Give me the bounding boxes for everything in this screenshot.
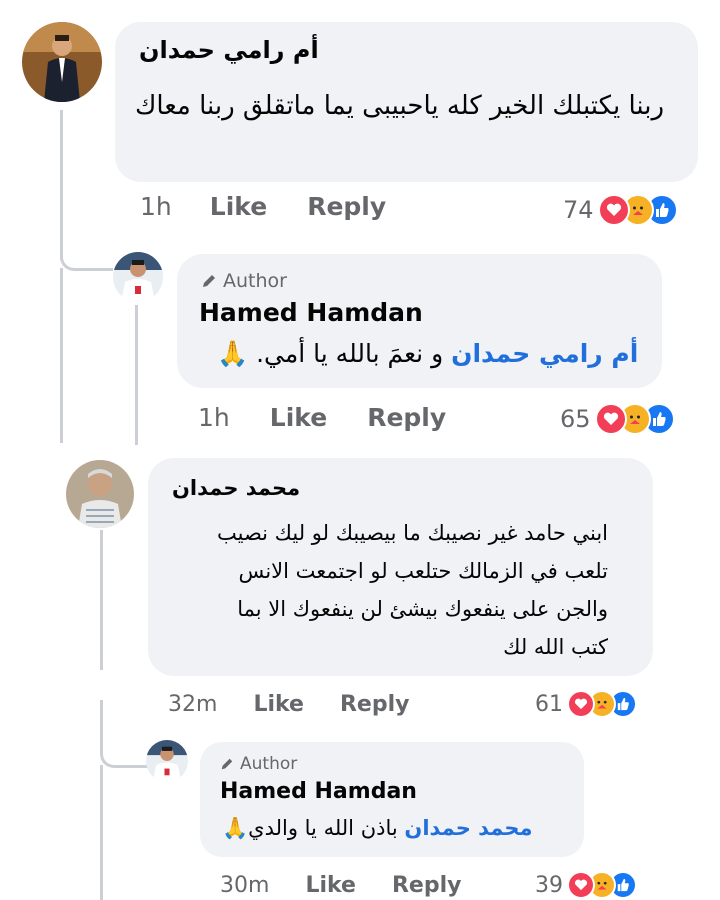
love-reaction-icon <box>567 690 595 718</box>
thread-line <box>60 268 63 443</box>
reply-actions: 1h Like Reply <box>198 403 446 432</box>
comment-time[interactable]: 32m <box>168 692 217 717</box>
author-badge-label: Author <box>240 754 298 774</box>
reply-text: محمد حمدان باذن الله يا والدي🙏 <box>222 816 533 841</box>
comment-author-name[interactable]: أم رامي حمدان <box>139 36 319 64</box>
love-reaction-icon <box>597 194 630 226</box>
reaction-count: 39 <box>535 872 563 898</box>
love-reaction-icon <box>594 403 627 435</box>
like-button[interactable]: Like <box>253 692 304 717</box>
comment-text: ابني حامد غير نصيبك ما بيصيبك لو ليك نصي… <box>168 514 608 666</box>
reply-text: أم رامي حمدان و نعمَ بالله يا أمي. 🙏 <box>217 339 638 369</box>
thread-line <box>100 530 103 670</box>
comment-text-line: كتب الله لك <box>503 635 608 659</box>
like-button[interactable]: Like <box>270 403 327 432</box>
author-badge: Author <box>201 270 287 292</box>
author-badge-label: Author <box>223 270 287 292</box>
author-badge: Author <box>220 754 297 774</box>
reply-button[interactable]: Reply <box>392 873 462 898</box>
reactions-summary[interactable]: 65 <box>560 403 675 435</box>
pencil-icon <box>221 758 233 770</box>
comment-time[interactable]: 1h <box>140 192 172 221</box>
reply-text-body: و نعمَ بالله يا أمي. 🙏 <box>217 339 452 368</box>
mention-link[interactable]: أم رامي حمدان <box>451 339 638 368</box>
reply-author-name[interactable]: Hamed Hamdan <box>220 779 417 804</box>
reply-bubble: Author Hamed Hamdan أم رامي حمدان و نعمَ… <box>177 254 662 388</box>
reply-time[interactable]: 1h <box>198 403 230 432</box>
comment-bubble: أم رامي حمدان ربنا يكتبلك الخير كله ياحب… <box>115 22 698 182</box>
reply-connector <box>60 200 113 271</box>
reply-bubble: Author Hamed Hamdan محمد حمدان باذن الله… <box>200 742 584 857</box>
reply-author-name[interactable]: Hamed Hamdan <box>199 298 423 327</box>
like-button[interactable]: Like <box>210 192 267 221</box>
reply-button[interactable]: Reply <box>307 192 386 221</box>
reply-button[interactable]: Reply <box>367 403 446 432</box>
like-button[interactable]: Like <box>305 873 356 898</box>
mention-link[interactable]: محمد حمدان <box>404 816 532 840</box>
comment-author-name[interactable]: محمد حمدان <box>172 476 300 500</box>
reactions-summary[interactable]: 61 <box>535 690 637 718</box>
reply-button[interactable]: Reply <box>340 692 410 717</box>
comment-bubble: محمد حمدان ابني حامد غير نصيبك ما بيصيبك… <box>148 458 653 676</box>
reply-text-body: باذن الله يا والدي🙏 <box>222 816 405 840</box>
love-reaction-icon <box>567 871 595 899</box>
reply-connector <box>100 700 148 768</box>
thread-line <box>100 765 103 900</box>
reply-time[interactable]: 30m <box>220 873 269 898</box>
comment-actions: 32m Like Reply <box>168 692 409 717</box>
comment-actions: 1h Like Reply <box>140 192 386 221</box>
comment-text: ربنا يكتبلك الخير كله ياحبيبى يما ماتقلق… <box>135 91 665 121</box>
reactions-summary[interactable]: 39 <box>535 871 637 899</box>
avatar[interactable] <box>66 460 134 528</box>
comment-text-line: والجن على ينفعوك بيشئ لن ينفعوك الا بما <box>237 597 608 621</box>
reply-actions: 30m Like Reply <box>220 873 461 898</box>
reactions-summary[interactable]: 74 <box>563 194 678 226</box>
avatar[interactable] <box>113 252 163 302</box>
comment-text-line: ابني حامد غير نصيبك ما بيصيبك لو ليك نصي… <box>216 521 608 545</box>
reaction-count: 65 <box>560 405 591 433</box>
reaction-count: 61 <box>535 691 563 717</box>
reaction-count: 74 <box>563 196 594 224</box>
pencil-icon <box>203 275 215 287</box>
avatar[interactable] <box>146 740 188 782</box>
comment-text-line: تلعب في الزمالك حتلعب لو اجتمعت الانس <box>238 559 608 583</box>
avatar[interactable] <box>22 22 102 102</box>
thread-line <box>135 305 138 445</box>
